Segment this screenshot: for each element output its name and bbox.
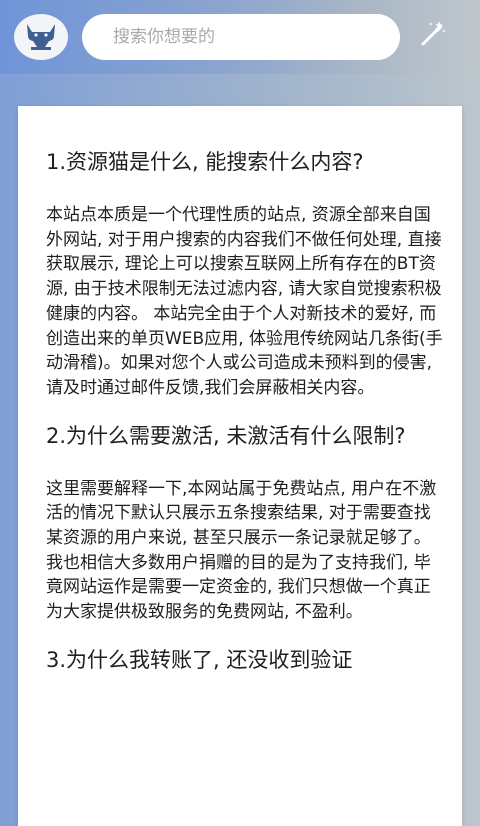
- search-box[interactable]: [82, 14, 400, 60]
- faq-question-3: 3.为什么我转账了, 还没收到验证: [46, 647, 353, 672]
- faq-question-1: 1.资源猫是什么, 能搜索什么内容?: [46, 150, 364, 174]
- faq-card: 1.资源猫是什么, 能搜索什么内容? 本站点本质是一个代理性质的站点, 资源全部…: [18, 106, 462, 826]
- faq-question-2: 2.为什么需要激活, 未激活有什么限制?: [46, 423, 406, 448]
- search-input[interactable]: [111, 16, 385, 58]
- faq-answer-2: 这里需要解释一下,本网站属于免费站点, 用户在不激活的情况下默认只展示五条搜索结…: [46, 478, 437, 623]
- faq-content: 1.资源猫是什么, 能搜索什么内容? 本站点本质是一个代理性质的站点, 资源全部…: [46, 148, 446, 701]
- magic-wand-icon[interactable]: [416, 18, 448, 50]
- cat-logo-icon[interactable]: [14, 14, 68, 60]
- app-header: [0, 0, 480, 74]
- faq-answer-1: 本站点本质是一个代理性质的站点, 资源全部来自国外网站, 对于用户搜索的内容我们…: [46, 205, 443, 398]
